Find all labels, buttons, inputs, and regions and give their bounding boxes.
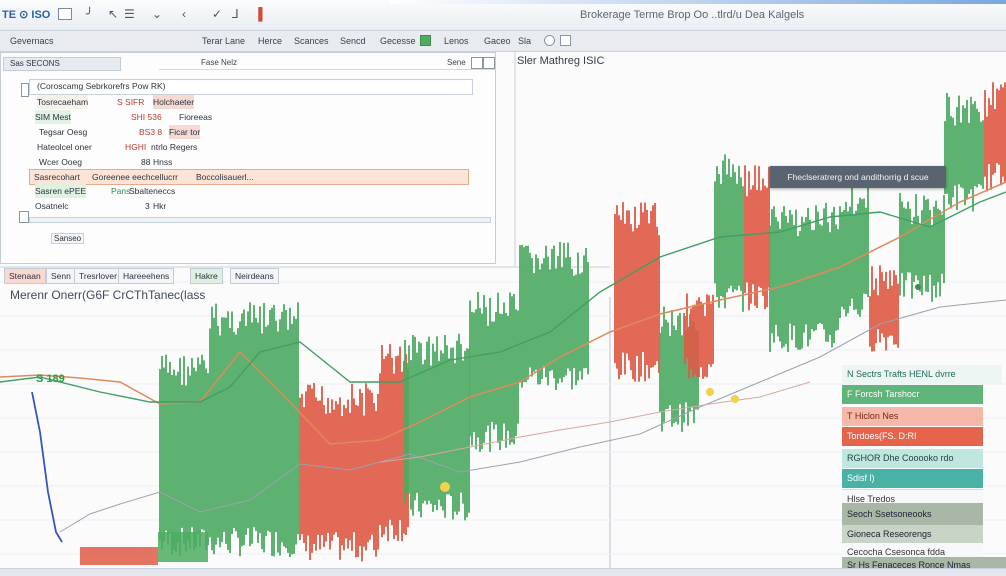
close-icon[interactable]: [483, 57, 495, 69]
collapse-icon[interactable]: [19, 211, 29, 223]
volume-bar: [80, 547, 158, 565]
toolbar-item-gaceo[interactable]: Gaceo: [484, 36, 511, 46]
order-list-caption: (Coroscamg Sebrkorefrs Pow RK): [37, 81, 166, 91]
chevron-down-icon[interactable]: ⌄: [152, 7, 162, 21]
order-row[interactable]: Wcer Ooeg 88 Hnss: [29, 155, 469, 169]
volume-bar: [158, 532, 208, 562]
chart-callout: Fheclseratrerg ond andithorrig d scue: [770, 166, 946, 188]
toolbar-item-lenos[interactable]: Lenos: [444, 36, 469, 46]
tab-stenaan[interactable]: Stenaan: [4, 268, 46, 284]
toolbar-item-sencd[interactable]: Sencd: [340, 36, 366, 46]
order-header-item[interactable]: Sene: [447, 58, 466, 67]
tab-senn[interactable]: Senn: [46, 268, 76, 284]
order-panel-tab[interactable]: Sas SECONS: [3, 57, 121, 71]
order-header-item[interactable]: Fase Nelz: [201, 58, 237, 67]
circle-icon[interactable]: [544, 35, 555, 46]
sanseo-button[interactable]: Sanseo: [51, 233, 85, 244]
window-title: Brokerage Terme Brop Oo ..tlrd/u Dea Kal…: [580, 9, 805, 21]
order-row[interactable]: Tosrecaeham S SIFR Holchaeter: [29, 95, 469, 109]
indicator-title: Merenr Onerr(G6F CrCThTanec(lass: [10, 288, 206, 302]
side-row-teal-light[interactable]: RGHOR Dhe Cooooko rdo: [842, 449, 983, 468]
order-row-selected[interactable]: Sasrecohart Goreenee eechcellucrr Boccol…: [29, 169, 469, 185]
tick-icon[interactable]: ⅃: [232, 7, 239, 21]
chart-title: Sler Mathreg ISIC: [517, 55, 605, 67]
window-square-icon[interactable]: [58, 8, 72, 20]
expand-icon[interactable]: [21, 83, 29, 97]
tab-hareeehens[interactable]: Hareeehens: [118, 268, 175, 284]
order-row[interactable]: Sasren ePEE Pans Sbalteneccs: [29, 184, 469, 198]
order-row[interactable]: Osatnelc 3 Hkr: [29, 199, 469, 213]
order-panel: Sas SECONS Fase Nelz Sene (Coroscamg Seb…: [0, 52, 496, 264]
horizontal-scrollbar[interactable]: [29, 217, 491, 223]
toolbar-item-governance[interactable]: Gevernacs: [10, 36, 54, 46]
toolbar-item-sla[interactable]: Sla: [518, 36, 531, 46]
side-row-teal[interactable]: Sdisf l): [842, 469, 983, 488]
side-row-red[interactable]: Tordoes(FS. D:RI: [842, 427, 983, 446]
indicator-tabs: Stenaan Senn Tresrlover Hareeehens Hakre…: [0, 265, 520, 285]
tab-tresrlover[interactable]: Tresrlover: [74, 268, 122, 284]
title-bar-accent: [390, 0, 1006, 4]
side-row-green[interactable]: F Forcsh Tarshocr: [842, 385, 983, 404]
side-panel: N Sectrs Trafts HENL dvrre F Forcsh Tars…: [842, 365, 1006, 575]
main-toolbar: Gevernacs Terar Lane Herce Scances Sencd…: [0, 31, 1006, 52]
order-row[interactable]: Tegsar Oesg BS3 8 Ficar tor: [29, 125, 469, 139]
toolbar-item-lane[interactable]: Terar Lane: [202, 36, 245, 46]
marker: [915, 284, 921, 290]
toolbar-item-scances[interactable]: Scances: [294, 36, 329, 46]
tab-neirdeans[interactable]: Neirdeans: [230, 268, 279, 284]
cursor-icon[interactable]: ↖: [108, 7, 118, 21]
toolbar-item-herce[interactable]: Herce: [258, 36, 282, 46]
side-row-red-light[interactable]: T Hiclon Nes: [842, 407, 983, 426]
flag-icon[interactable]: ▐: [254, 7, 263, 21]
side-row-gray-green[interactable]: Gioneca Reseorengs: [842, 525, 983, 544]
pin-icon[interactable]: ╯: [86, 7, 93, 21]
close-icon[interactable]: [471, 57, 483, 69]
marker: [731, 395, 739, 403]
side-row-gray-green[interactable]: Seoch Ssetsoneooks: [842, 503, 983, 525]
check-icon[interactable]: ✓: [212, 7, 222, 21]
green-square-icon[interactable]: [420, 35, 431, 46]
app-logo: TE ⊙ ISO: [2, 9, 51, 21]
menu-icon[interactable]: ☰: [124, 7, 135, 21]
tab-hakre[interactable]: Hakre: [190, 268, 223, 284]
chevron-left-icon[interactable]: ‹: [182, 7, 186, 21]
value-label: S 189: [36, 373, 65, 385]
order-row[interactable]: SIM Mest SHI 536 Fioreeas: [29, 110, 469, 124]
order-row[interactable]: Hateolcel oner HGHI ntrlo Regers: [29, 140, 469, 154]
marker: [440, 482, 450, 492]
marker: [706, 388, 714, 396]
title-bar: TE ⊙ ISO ╯ ↖ ☰ ⌄ ‹ ✓ ⅃ ▐ Brokerage Terme…: [0, 0, 1006, 31]
square-icon[interactable]: [560, 35, 571, 46]
side-panel-header[interactable]: N Sectrs Trafts HENL dvrre: [842, 365, 1002, 384]
toolbar-item-gecesse[interactable]: Gecesse: [380, 36, 416, 46]
